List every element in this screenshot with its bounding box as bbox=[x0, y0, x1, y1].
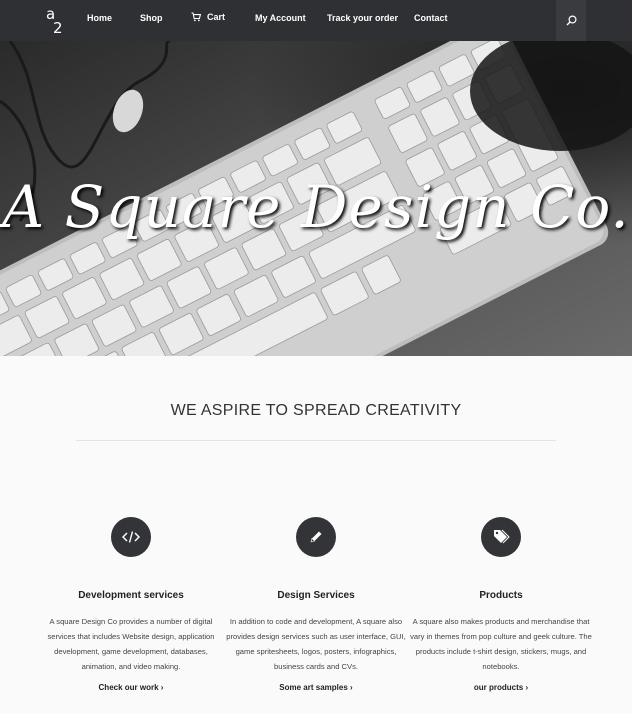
service-description: A square also makes products and merchan… bbox=[410, 617, 592, 671]
service-title: Development services bbox=[78, 590, 184, 601]
nav-cart-link[interactable]: Cart bbox=[191, 12, 225, 22]
nav-cart-label: Cart bbox=[207, 12, 226, 22]
hero-banner: A Square Design Co. bbox=[0, 41, 632, 356]
nav-shop-link[interactable]: Shop bbox=[140, 13, 163, 23]
code-icon bbox=[111, 517, 151, 557]
a2-logo-icon[interactable]: a 2 bbox=[44, 4, 66, 36]
some-art-samples-link[interactable]: Some art samples › bbox=[279, 683, 352, 692]
hero-title: A Square Design Co. bbox=[2, 173, 630, 241]
chevron-right-icon: › bbox=[160, 683, 164, 692]
svg-text:2: 2 bbox=[53, 19, 63, 36]
chevron-right-icon: › bbox=[525, 683, 529, 692]
pencil-icon bbox=[296, 517, 336, 557]
search-icon bbox=[566, 15, 577, 26]
nav-my-account-link[interactable]: My Account bbox=[255, 13, 306, 23]
service-description: A square Design Co provides a number of … bbox=[47, 617, 215, 671]
cart-icon bbox=[191, 12, 201, 22]
service-description: In addition to code and development, A s… bbox=[226, 617, 406, 671]
service-title: Design Services bbox=[277, 590, 355, 601]
section-divider bbox=[76, 440, 556, 441]
service-design: Design Services In addition to code and … bbox=[216, 517, 416, 695]
service-products: Products A square also makes products an… bbox=[401, 517, 601, 695]
search-button[interactable] bbox=[556, 0, 586, 41]
tags-icon bbox=[481, 517, 521, 557]
nav-home-link[interactable]: Home bbox=[87, 13, 112, 23]
check-our-work-link[interactable]: Check our work › bbox=[99, 683, 164, 692]
chevron-right-icon: › bbox=[350, 683, 353, 692]
service-title: Products bbox=[479, 590, 523, 601]
nav-track-order-link[interactable]: Track your order bbox=[327, 13, 398, 23]
top-navigation-bar: a 2 Home Shop Cart My Account Track your… bbox=[0, 0, 632, 41]
nav-contact-link[interactable]: Contact bbox=[414, 13, 448, 23]
service-development: Development services A square Design Co … bbox=[31, 517, 231, 695]
our-products-link[interactable]: our products › bbox=[474, 683, 528, 692]
tagline-heading: WE ASPIRE TO SPREAD CREATIVITY bbox=[170, 402, 462, 419]
